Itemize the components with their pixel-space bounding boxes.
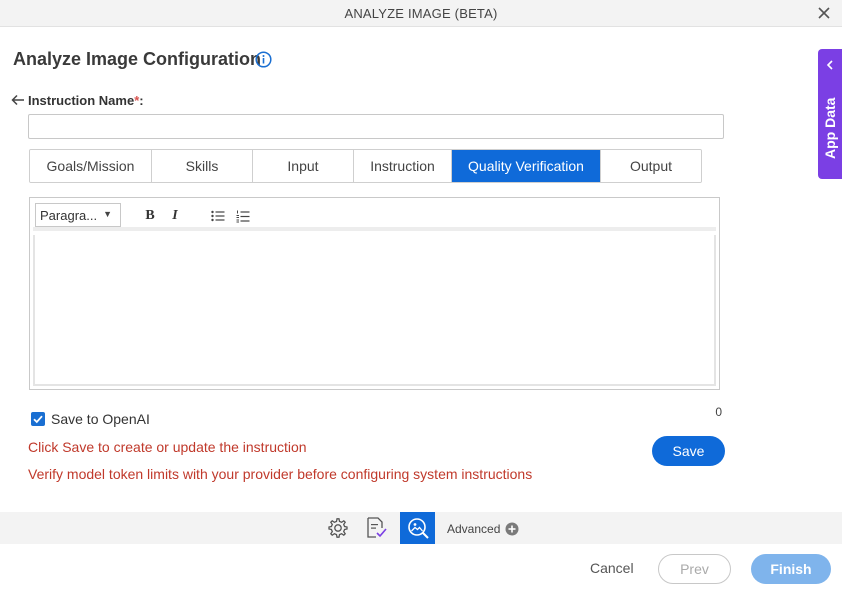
tab-input[interactable]: Input xyxy=(253,150,354,182)
back-arrow-icon[interactable] xyxy=(10,93,26,107)
save-hint-message: Click Save to create or update the instr… xyxy=(28,439,307,455)
editor-content-area[interactable] xyxy=(33,235,716,386)
add-circle-icon[interactable] xyxy=(505,522,519,536)
cancel-button[interactable]: Cancel xyxy=(590,560,634,576)
tab-quality-verification[interactable]: Quality Verification xyxy=(452,150,601,182)
tab-output[interactable]: Output xyxy=(601,150,701,182)
bullet-list-button[interactable] xyxy=(209,207,227,225)
label-suffix: : xyxy=(139,93,144,108)
editor-toolbar: Paragra... ▼ B I xyxy=(33,201,716,231)
save-to-openai-checkbox[interactable] xyxy=(31,412,45,426)
instruction-tabs: Goals/Mission Skills Input Instruction Q… xyxy=(29,149,702,183)
numbered-list-button[interactable] xyxy=(234,207,252,225)
form-check-button[interactable] xyxy=(364,516,388,540)
analyze-image-button[interactable] xyxy=(400,512,435,544)
save-button[interactable]: Save xyxy=(652,436,725,466)
bold-button[interactable]: B xyxy=(141,207,159,225)
advanced-label: Advanced xyxy=(447,522,501,536)
image-search-icon xyxy=(407,518,429,539)
instruction-name-label: Instruction Name*: xyxy=(28,93,144,108)
gear-icon xyxy=(328,518,348,538)
italic-button[interactable]: I xyxy=(166,207,184,225)
app-data-label: App Data xyxy=(822,97,838,159)
token-limit-message: Verify model token limits with your prov… xyxy=(28,466,533,482)
tab-goals-mission[interactable]: Goals/Mission xyxy=(30,150,152,182)
chevron-left-icon xyxy=(826,60,833,70)
tab-instruction[interactable]: Instruction xyxy=(354,150,452,182)
settings-button[interactable] xyxy=(326,516,350,540)
bullet-list-icon xyxy=(211,210,225,222)
numbered-list-icon xyxy=(236,210,250,222)
close-icon[interactable] xyxy=(816,5,832,21)
instruction-name-input[interactable] xyxy=(28,114,724,139)
character-counter: 0 xyxy=(715,405,722,419)
instruction-name-label-text: Instruction Name xyxy=(28,93,135,108)
tab-skills[interactable]: Skills xyxy=(152,150,253,182)
window-titlebar: ANALYZE IMAGE (BETA) xyxy=(0,0,842,27)
prev-button[interactable]: Prev xyxy=(658,554,731,584)
paragraph-format-select[interactable]: Paragra... ▼ xyxy=(35,203,121,227)
caret-down-icon: ▼ xyxy=(103,209,112,219)
document-check-icon xyxy=(367,517,387,538)
save-to-openai-label: Save to OpenAI xyxy=(51,411,150,427)
bottom-toolbar: Advanced xyxy=(0,512,842,544)
paragraph-format-value: Paragra... xyxy=(40,208,98,223)
page-title: Analyze Image Configuration xyxy=(13,49,262,69)
app-data-panel-tab[interactable]: App Data xyxy=(818,49,842,179)
finish-button[interactable]: Finish xyxy=(751,554,831,584)
info-icon[interactable] xyxy=(255,51,272,68)
checkmark-icon xyxy=(33,415,43,424)
window-title: ANALYZE IMAGE (BETA) xyxy=(344,6,498,21)
rich-text-editor: Paragra... ▼ B I xyxy=(29,197,720,390)
